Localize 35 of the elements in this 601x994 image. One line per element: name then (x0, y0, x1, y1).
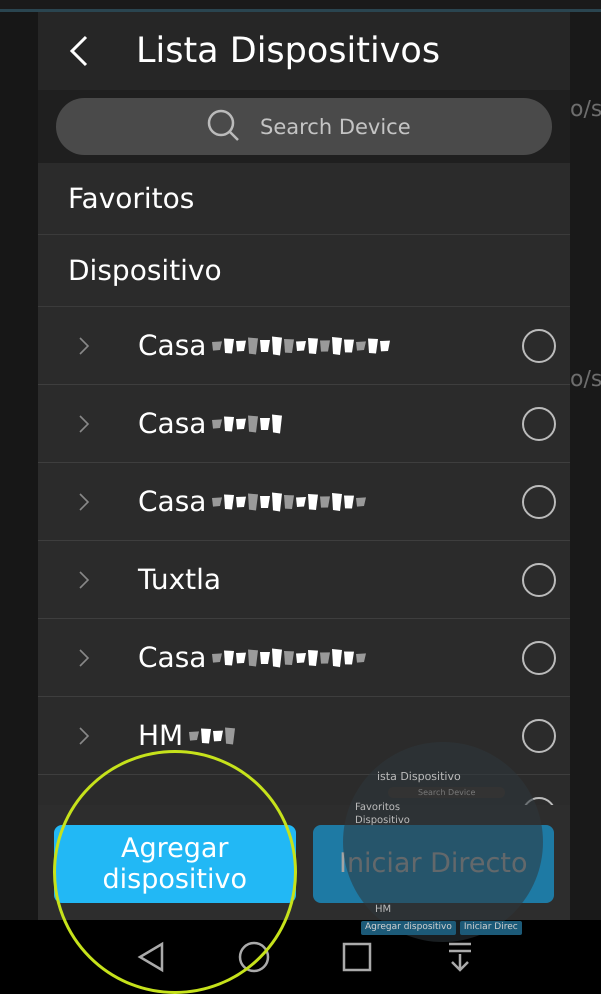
chevron-icon (78, 726, 90, 746)
device-row[interactable]: Casa (38, 463, 570, 541)
magnifier-text: Dispositivo (355, 815, 410, 826)
radio-button[interactable] (522, 406, 556, 440)
home-icon[interactable] (237, 940, 272, 974)
device-name: Tuxtla (138, 563, 222, 596)
device-name: Casa (138, 485, 206, 518)
device-row[interactable]: Tuxtla (38, 541, 570, 619)
background-text: o/s (570, 97, 601, 122)
magnifier-text: Search Device (388, 787, 506, 798)
radio-button[interactable] (522, 640, 556, 674)
magnifier-text: HM (375, 904, 392, 915)
device-name: HM (138, 719, 184, 752)
device-row[interactable]: Casa (38, 619, 570, 697)
device-row[interactable]: Casa (38, 307, 570, 385)
screen-title: Lista Dispositivos (136, 31, 440, 71)
magnifier-text: Favoritos (355, 802, 400, 813)
search-field[interactable]: Search Device (56, 98, 552, 155)
device-name: Casa (138, 407, 206, 440)
device-row[interactable]: Casa (38, 385, 570, 463)
radio-button[interactable] (522, 562, 556, 596)
radio-button[interactable] (522, 718, 556, 752)
device-name: Casa (138, 329, 206, 362)
chevron-icon (78, 648, 90, 668)
chevron-icon (78, 414, 90, 434)
device-name: Casa (138, 641, 206, 674)
radio-button[interactable] (522, 484, 556, 518)
chevron-icon (78, 570, 90, 590)
chevron-icon (78, 492, 90, 512)
magnifier-text: Iniciar Direc (460, 921, 522, 935)
chevron-icon (78, 336, 90, 356)
back-icon[interactable] (68, 35, 90, 67)
magnifier-text: Agregar dispositivo (361, 921, 456, 935)
radio-button[interactable] (522, 328, 556, 362)
background-text: o/s (570, 367, 601, 392)
